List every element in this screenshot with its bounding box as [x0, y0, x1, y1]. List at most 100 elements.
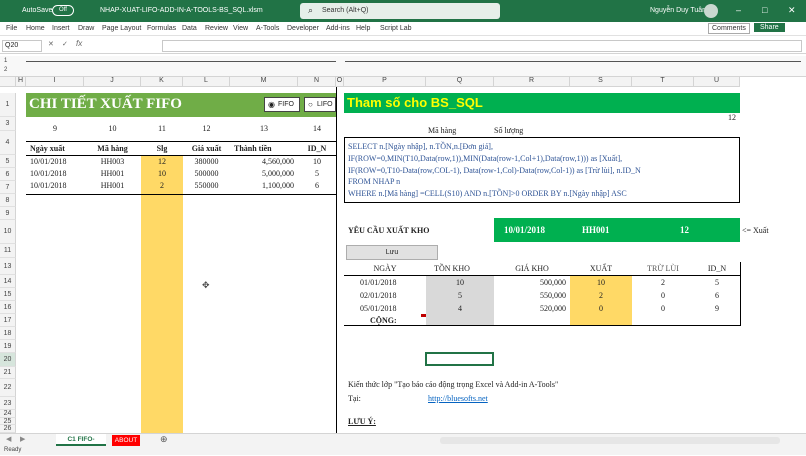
prev-sheet-icon[interactable]: ◀ [6, 435, 11, 443]
cell[interactable]: 0 [632, 304, 694, 313]
row-header[interactable]: 21 [0, 367, 16, 379]
cell[interactable]: 500000 [183, 169, 230, 178]
outline-level-2[interactable]: 2 [4, 67, 7, 73]
row-header[interactable]: 18 [0, 327, 16, 340]
select-all[interactable] [0, 77, 16, 87]
cell[interactable]: 6 [298, 181, 336, 190]
cell[interactable]: 5 [426, 291, 494, 300]
row-header[interactable]: 1 [0, 93, 16, 117]
cell[interactable]: 10 [141, 169, 183, 178]
cell[interactable]: 4,560,000 [230, 157, 294, 166]
fifo-option[interactable]: ◉ FIFO [264, 97, 300, 112]
avatar[interactable] [704, 4, 718, 18]
row-header[interactable]: 16 [0, 301, 16, 314]
row-header[interactable]: 9 [0, 207, 16, 220]
maximize-icon[interactable]: □ [762, 5, 767, 15]
cell[interactable]: HH001 [84, 181, 141, 190]
request-code[interactable]: HH001 [582, 225, 610, 235]
sql-query-box[interactable]: SELECT n.[Ngày nhập], n.TỒN,n.[Đơn giá],… [344, 137, 740, 203]
cell[interactable]: HH001 [84, 169, 141, 178]
search-box[interactable]: ⌕ Search (Alt+Q) [300, 3, 500, 19]
cancel-icon[interactable]: ✕ [48, 40, 54, 48]
selected-cell[interactable] [425, 352, 494, 366]
column-header[interactable]: U [694, 77, 740, 87]
cell[interactable]: 0 [570, 304, 632, 313]
cell[interactable]: 10 [570, 278, 632, 287]
cell[interactable]: 0 [632, 291, 694, 300]
row-header[interactable]: 10 [0, 220, 16, 244]
row-header[interactable]: 5 [0, 155, 16, 168]
function-icon[interactable]: fx [76, 39, 82, 48]
row-header[interactable]: 20 [0, 353, 16, 367]
formula-input[interactable] [162, 40, 802, 52]
column-header[interactable]: O [336, 77, 344, 87]
cell[interactable]: 4 [426, 304, 494, 313]
lifo-option[interactable]: ○ LIFO [304, 97, 336, 112]
cell[interactable]: 2 [632, 278, 694, 287]
tab-add-ins[interactable]: Add-ins [326, 25, 350, 32]
request-date[interactable]: 10/01/2018 [504, 225, 545, 235]
enter-icon[interactable]: ✓ [62, 40, 68, 48]
share-button[interactable]: Share [754, 23, 785, 32]
tab-help[interactable]: Help [356, 25, 370, 32]
column-header[interactable]: P [344, 77, 426, 87]
column-header[interactable]: K [141, 77, 183, 87]
cell[interactable]: HH003 [84, 157, 141, 166]
next-sheet-icon[interactable]: ▶ [20, 435, 25, 443]
cell[interactable]: 5 [694, 278, 740, 287]
cell[interactable]: 01/01/2018 [360, 278, 396, 287]
cell[interactable]: 10 [426, 278, 494, 287]
row-header[interactable]: 15 [0, 288, 16, 301]
row-header[interactable]: 24 [0, 410, 16, 418]
cell[interactable]: 380000 [183, 157, 230, 166]
column-header[interactable]: J [84, 77, 141, 87]
tab-sheet-about[interactable]: ABOUT [112, 435, 140, 446]
tab-developer[interactable]: Developer [287, 25, 319, 32]
cell[interactable]: 10/01/2018 [30, 169, 66, 178]
row-header[interactable]: 13 [0, 258, 16, 275]
tab-draw[interactable]: Draw [78, 25, 94, 32]
tab-review[interactable]: Review [205, 25, 228, 32]
cell[interactable]: 05/01/2018 [360, 304, 396, 313]
close-icon[interactable]: ✕ [788, 5, 796, 16]
comments-button[interactable]: Comments [708, 23, 750, 34]
cell[interactable]: 1,100,000 [230, 181, 294, 190]
cell[interactable]: 12 [141, 157, 183, 166]
tab-a-tools[interactable]: A-Tools [256, 25, 279, 32]
column-header[interactable]: H [16, 77, 26, 87]
cell[interactable]: 10/01/2018 [30, 181, 66, 190]
tab-formulas[interactable]: Formulas [147, 25, 176, 32]
cell[interactable]: 550000 [183, 181, 230, 190]
cell[interactable]: 02/01/2018 [360, 291, 396, 300]
row-header[interactable]: 11 [0, 244, 16, 258]
row-header[interactable]: 8 [0, 194, 16, 207]
outline-level-1[interactable]: 1 [4, 58, 7, 64]
column-header[interactable]: T [632, 77, 694, 87]
row-header[interactable]: 7 [0, 181, 16, 194]
tab-page-layout[interactable]: Page Layout [102, 25, 141, 32]
column-header[interactable]: Q [426, 77, 494, 87]
cell[interactable]: 520,000 [494, 304, 566, 313]
column-header[interactable]: R [494, 77, 570, 87]
column-header[interactable]: L [183, 77, 230, 87]
column-header[interactable]: S [570, 77, 632, 87]
autosave-toggle[interactable]: Off [52, 5, 74, 16]
cell[interactable]: 500,000 [494, 278, 566, 287]
column-header[interactable]: N [298, 77, 336, 87]
save-button[interactable]: Lưu [346, 245, 438, 260]
tab-data[interactable]: Data [182, 25, 197, 32]
column-header[interactable]: I [26, 77, 84, 87]
add-sheet-icon[interactable]: ⊕ [160, 434, 168, 445]
tab-sheet-c1-fifo[interactable]: C1 FIFO-BS_SQL [56, 434, 106, 454]
tab-view[interactable]: View [233, 25, 248, 32]
cell[interactable]: 6 [694, 291, 740, 300]
cell[interactable]: 550,000 [494, 291, 566, 300]
row-header[interactable]: 4 [0, 131, 16, 155]
tab-home[interactable]: Home [26, 25, 45, 32]
cell[interactable]: 9 [694, 304, 740, 313]
cell[interactable]: 2 [141, 181, 183, 190]
cell[interactable]: 12 [700, 113, 736, 122]
horizontal-scrollbar[interactable] [440, 437, 780, 444]
row-header[interactable]: 22 [0, 379, 16, 397]
tab-insert[interactable]: Insert [52, 25, 70, 32]
